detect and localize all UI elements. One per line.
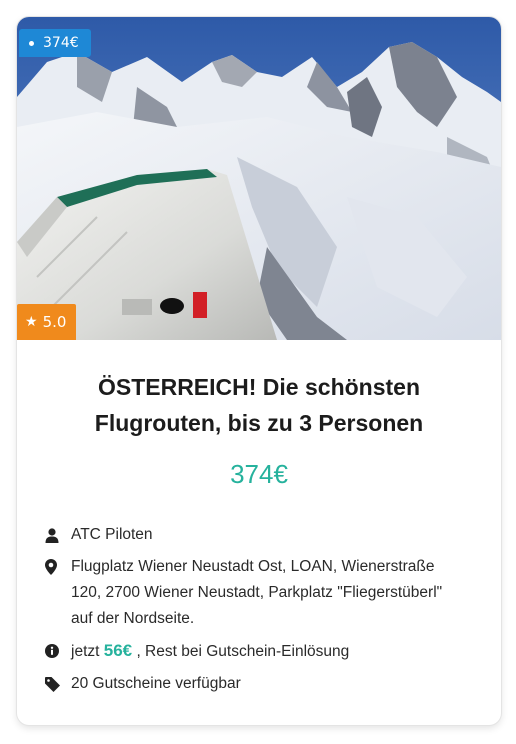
price-ribbon: 374€: [19, 29, 91, 57]
ribbon-price: 374€: [43, 35, 79, 51]
person-icon: [45, 522, 65, 548]
payment-amount: 56€: [103, 641, 133, 660]
pilot-row: ATC Piloten: [45, 522, 485, 548]
map-pin-icon: [45, 554, 65, 580]
location-row: Flugplatz Wiener Neustadt Ost, LOAN, Wie…: [45, 554, 485, 632]
payment-prefix: jetzt: [71, 643, 100, 660]
payment-suffix: , Rest bei Gutschein-Einlösung: [136, 643, 350, 660]
vouchers-row: 20 Gutscheine verfügbar: [45, 671, 485, 697]
offer-title-line2: Flugrouten, bis zu 3 Personen: [94, 410, 424, 436]
ribbon-dot-icon: [29, 40, 34, 46]
location-line2: 120, 2700 Wiener Neustadt, Parkplatz "Fl…: [71, 584, 443, 601]
hero-image[interactable]: [17, 17, 501, 340]
tag-icon: [45, 671, 65, 697]
info-icon: [45, 638, 65, 664]
offer-price: 374€: [230, 459, 288, 489]
location-line1: Flugplatz Wiener Neustadt Ost, LOAN, Wie…: [71, 558, 435, 575]
payment-text: jetzt 56€ , Rest bei Gutschein-Einlösung: [71, 638, 485, 665]
star-icon: ★: [25, 314, 38, 330]
pilot-text: ATC Piloten: [71, 526, 153, 543]
hero-photo: [17, 17, 501, 340]
offer-title-line1: ÖSTERREICH! Die schönsten: [97, 374, 421, 400]
rating-value: 5.0: [42, 313, 67, 331]
location-text: Flugplatz Wiener Neustadt Ost, LOAN, Wie…: [71, 554, 485, 632]
offer-details: ATC Piloten Flugplatz Wiener Neustadt Os…: [45, 522, 485, 703]
vouchers-text: 20 Gutscheine verfügbar: [71, 675, 241, 692]
location-line3: auf der Nordseite.: [71, 610, 195, 627]
offer-title[interactable]: ÖSTERREICH! Die schönsten Flugrouten, bi…: [47, 369, 471, 441]
rating-badge: ★ 5.0: [17, 304, 77, 340]
offer-card[interactable]: 374€ ÖSTERREICH! Die schönsten Flugroute…: [17, 17, 501, 725]
payment-row: jetzt 56€ , Rest bei Gutschein-Einlösung: [45, 638, 485, 665]
